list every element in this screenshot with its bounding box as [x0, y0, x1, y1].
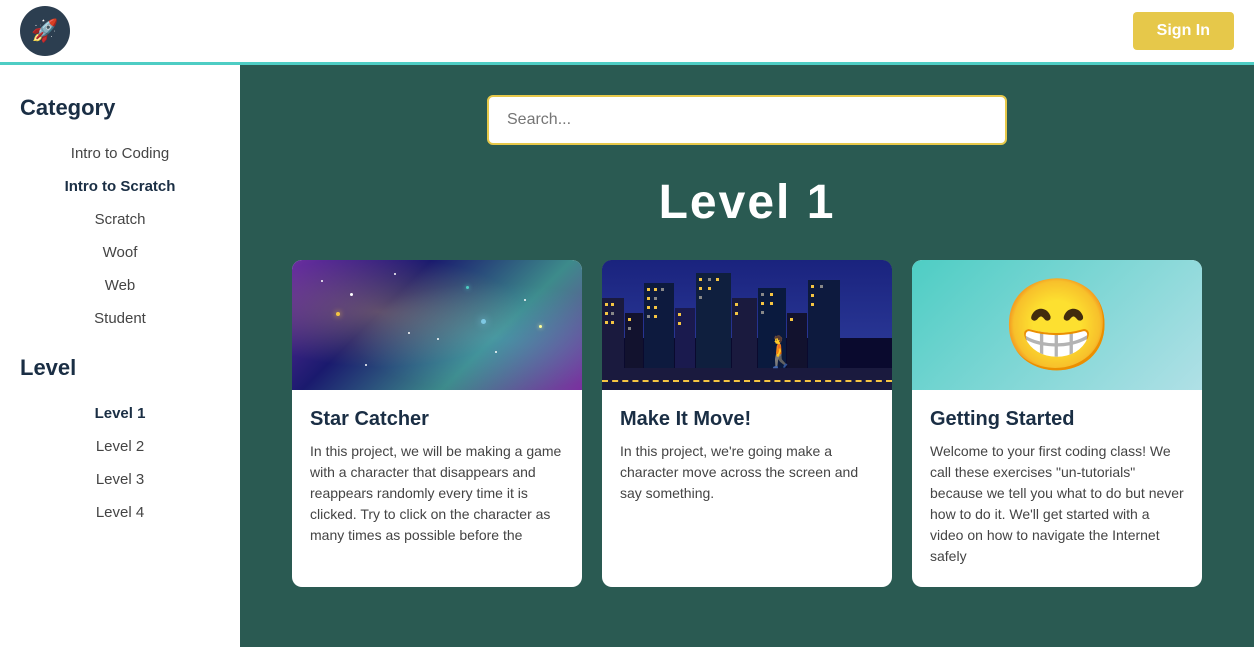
card-getting-started: 😁 Getting Started Welcome to your first …	[912, 260, 1202, 587]
emoji-icon: 😁	[1001, 273, 1113, 378]
header: 🚀 Sign In	[0, 0, 1254, 65]
card-body: Getting Started Welcome to your first co…	[912, 390, 1202, 587]
card-title: Getting Started	[930, 408, 1184, 431]
search-input[interactable]	[487, 95, 1007, 145]
card-image-emoji: 😁	[912, 260, 1202, 390]
main-layout: Category Intro to Coding Intro to Scratc…	[0, 65, 1254, 647]
card-desc: In this project, we're going make a char…	[620, 441, 874, 504]
card-desc: Welcome to your first coding class! We c…	[930, 441, 1184, 567]
search-container	[280, 95, 1214, 145]
sidebar-item-web[interactable]: Web	[20, 269, 220, 302]
sidebar-item-level1[interactable]: Level 1	[20, 397, 220, 430]
sidebar-item-intro-scratch[interactable]: Intro to Scratch	[20, 170, 220, 203]
card-star-catcher: Star Catcher In this project, we will be…	[292, 260, 582, 587]
sidebar-item-scratch[interactable]: Scratch	[20, 203, 220, 236]
sidebar-item-level2[interactable]: Level 2	[20, 430, 220, 463]
sign-in-button[interactable]: Sign In	[1133, 12, 1234, 50]
sidebar-item-level3[interactable]: Level 3	[20, 463, 220, 496]
card-desc: In this project, we will be making a gam…	[310, 441, 564, 546]
main-content: Level 1	[240, 65, 1254, 647]
card-title: Star Catcher	[310, 408, 564, 431]
sidebar: Category Intro to Coding Intro to Scratc…	[0, 65, 240, 647]
sidebar-item-level4[interactable]: Level 4	[20, 496, 220, 529]
card-body: Star Catcher In this project, we will be…	[292, 390, 582, 566]
category-title: Category	[20, 95, 220, 121]
logo-icon[interactable]: 🚀	[20, 6, 70, 56]
cards-container: Star Catcher In this project, we will be…	[280, 260, 1214, 587]
sidebar-divider: Level	[20, 355, 220, 381]
sidebar-item-student[interactable]: Student	[20, 302, 220, 335]
level-heading: Level 1	[280, 175, 1214, 230]
card-image-galaxy	[292, 260, 582, 390]
level-title: Level	[20, 355, 220, 381]
card-body: Make It Move! In this project, we're goi…	[602, 390, 892, 524]
card-title: Make It Move!	[620, 408, 874, 431]
sidebar-item-intro-coding[interactable]: Intro to Coding	[20, 137, 220, 170]
sidebar-item-woof[interactable]: Woof	[20, 236, 220, 269]
card-make-it-move: 🚶 Make It Move! In this project, we're g…	[602, 260, 892, 587]
card-image-city: 🚶	[602, 260, 892, 390]
